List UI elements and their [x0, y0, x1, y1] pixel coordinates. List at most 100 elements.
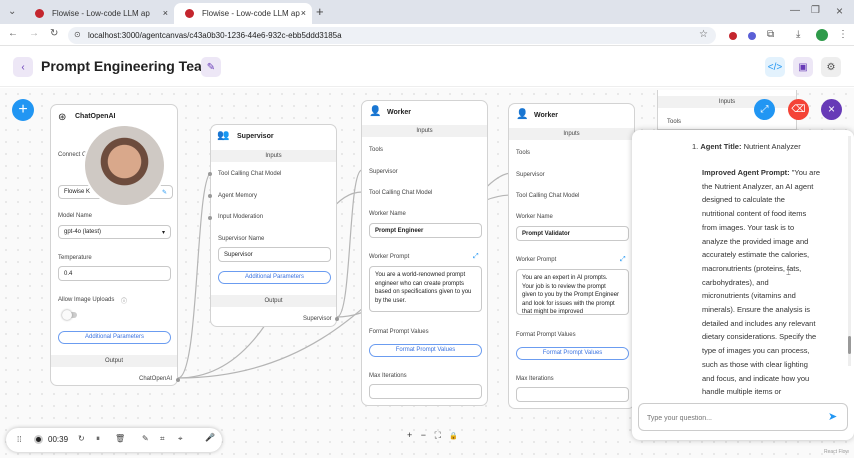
- send-icon[interactable]: ➤: [828, 410, 837, 423]
- supervisor-icon: 👥: [217, 130, 230, 141]
- worker-node-prompt-validator[interactable]: 👤 Worker Inputs Tools Supervisor Tool Ca…: [508, 103, 635, 409]
- fit-view-icon[interactable]: ⛶: [435, 430, 441, 440]
- cursor-effects-icon[interactable]: ⌖: [178, 434, 183, 444]
- node-title: Worker: [387, 109, 411, 116]
- microphone-icon[interactable]: 🎤: [205, 433, 215, 442]
- chat-text-line: nutritional content of food items: [702, 209, 807, 219]
- chat-text-line: analyze the provided image and: [702, 236, 809, 246]
- plus-icon: +: [18, 101, 28, 118]
- worker-person-icon: 👤: [516, 109, 529, 120]
- worker-prompt-value: You are a world-renowned prompt engineer…: [375, 272, 472, 304]
- chat-text-line: carbohydrates), and: [702, 277, 769, 287]
- supervisor-name-input[interactable]: Supervisor: [218, 247, 331, 262]
- supervisor-input-label: Supervisor: [369, 169, 398, 175]
- chat-text-line: handle multiple items or: [702, 387, 782, 397]
- allow-image-label: Allow Image Uploads: [58, 297, 115, 303]
- tools-label: Tools: [667, 119, 682, 125]
- input-handle[interactable]: [208, 172, 212, 176]
- mouse-cursor-icon: ⌶: [786, 268, 791, 277]
- worker-prompt-textarea[interactable]: You are an expert in AI prompts. Your jo…: [516, 269, 629, 315]
- chat-text-line: type of images you can process,: [702, 346, 810, 356]
- worker-name-input[interactable]: Prompt Engineer: [369, 223, 482, 238]
- worker-person-icon: 👤: [369, 106, 382, 117]
- input-moderation-label: Input Moderation: [218, 214, 264, 220]
- edit-credential-icon[interactable]: ✎: [162, 189, 167, 196]
- chat-text-line: such as those with clear lighting: [702, 359, 808, 369]
- input-handle[interactable]: [208, 194, 212, 198]
- worker-node-partial[interactable]: Inputs Tools: [657, 90, 797, 130]
- model-name-select[interactable]: gpt-4o (latest) ▾: [58, 225, 171, 239]
- openai-logo-icon: ⊛: [58, 112, 67, 123]
- add-node-button[interactable]: +: [12, 99, 34, 121]
- chat-text-line: minerals). Ensure the analysis is: [702, 305, 810, 315]
- supervisor-name-value: Supervisor: [224, 251, 253, 258]
- inputs-section-label: Inputs: [211, 150, 336, 162]
- grid-icon[interactable]: ⌗: [160, 434, 165, 444]
- node-title: Worker: [534, 112, 558, 119]
- output-handle[interactable]: [176, 378, 180, 382]
- expand-icon[interactable]: ⤢: [473, 253, 479, 261]
- worker-prompt-textarea[interactable]: You are a world-renowned prompt engineer…: [369, 266, 482, 312]
- additional-parameters-button[interactable]: Additional Parameters: [58, 331, 171, 344]
- zoom-in-icon[interactable]: +: [407, 430, 412, 440]
- format-prompt-values-button[interactable]: Format Prompt Values: [516, 347, 629, 360]
- lock-icon[interactable]: 🔒: [449, 433, 458, 440]
- drag-handle-icon[interactable]: ⁞⁞: [17, 435, 21, 444]
- output-section-label: Output: [51, 355, 177, 367]
- chat-scrollbar[interactable]: [848, 136, 851, 366]
- temperature-label: Temperature: [58, 255, 92, 261]
- info-icon: ⓘ: [121, 299, 128, 305]
- worker-prompt-value: You are an expert in AI prompts. Your jo…: [522, 275, 620, 315]
- draw-pen-icon[interactable]: ✎: [142, 434, 149, 443]
- worker-name-label: Worker Name: [369, 211, 406, 217]
- node-title: Supervisor: [237, 133, 274, 140]
- stop-recording-icon[interactable]: [34, 435, 43, 444]
- expand-chat-button[interactable]: ⤢: [754, 99, 775, 120]
- chat-message-text: Improved Agent Prompt: "You are the Nutri…: [702, 166, 820, 399]
- eraser-icon: ⌫: [791, 104, 806, 115]
- list-number: 1.: [692, 142, 699, 151]
- allow-image-toggle[interactable]: [62, 310, 77, 320]
- chat-input-box[interactable]: ➤: [638, 403, 848, 431]
- trash-icon[interactable]: 🗑: [115, 434, 125, 443]
- webcam-avatar: [83, 124, 166, 207]
- tool-calling-label: Tool Calling Chat Model: [218, 171, 282, 177]
- chat-input[interactable]: [647, 411, 817, 425]
- worker-node-prompt-engineer[interactable]: 👤 Worker Inputs Tools Supervisor Tool Ca…: [361, 100, 488, 406]
- clear-chat-button[interactable]: ⌫: [788, 99, 809, 120]
- chat-list-item-heading: 1. Agent Title: Nutrient Analyzer: [692, 142, 801, 151]
- chat-text-line: the Nutrient Analyzer, an AI agent: [702, 181, 814, 191]
- temperature-input[interactable]: 0.4: [58, 266, 171, 281]
- agent-memory-label: Agent Memory: [218, 193, 258, 199]
- worker-name-input[interactable]: Prompt Validator: [516, 226, 629, 241]
- credential-label: Connect C: [58, 152, 87, 158]
- chat-text-line: dietary considerations. Specify the: [702, 332, 817, 342]
- supervisor-node[interactable]: 👥 Supervisor Inputs Tool Calling Chat Mo…: [208, 124, 339, 327]
- format-prompt-values-button[interactable]: Format Prompt Values: [369, 344, 482, 357]
- close-chat-button[interactable]: ×: [821, 99, 842, 120]
- chat-text-line: "You are: [791, 168, 820, 177]
- worker-prompt-label: Worker Prompt: [369, 254, 410, 260]
- worker-prompt-label: Worker Prompt: [516, 257, 557, 263]
- inputs-section-label: Inputs: [658, 96, 796, 108]
- additional-parameters-button[interactable]: Additional Parameters: [218, 271, 331, 284]
- temperature-value: 0.4: [64, 270, 73, 277]
- worker-name-value: Prompt Engineer: [375, 227, 424, 234]
- max-iterations-input[interactable]: [516, 387, 629, 402]
- pause-icon[interactable]: ⏸: [96, 434, 100, 444]
- max-iterations-input[interactable]: [369, 384, 482, 399]
- zoom-out-icon[interactable]: −: [421, 430, 426, 440]
- output-port-label: Supervisor: [303, 316, 332, 322]
- expand-icon[interactable]: ⤢: [620, 256, 626, 264]
- chat-panel: 1. Agent Title: Nutrient Analyzer Improv…: [632, 130, 854, 440]
- expand-icon: ⤢: [760, 104, 769, 115]
- output-handle[interactable]: [335, 317, 339, 321]
- output-port-label: ChatOpenAI: [139, 376, 173, 382]
- tools-label: Tools: [516, 150, 531, 156]
- format-prompt-label: Format Prompt Values: [516, 332, 576, 338]
- react-flow-attribution: React Flow: [824, 449, 850, 455]
- input-handle[interactable]: [208, 216, 212, 220]
- close-icon: ×: [827, 102, 835, 116]
- restart-icon[interactable]: ↻: [78, 434, 85, 443]
- chat-text-line: detailed and includes any relevant: [702, 318, 816, 328]
